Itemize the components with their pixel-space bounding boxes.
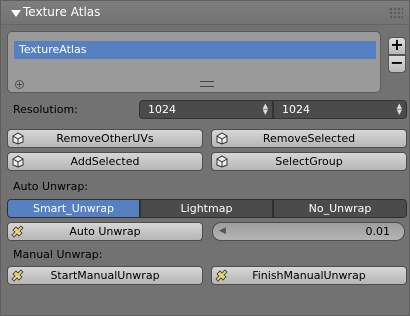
list-item[interactable]: TextureAtlas [14,41,376,59]
button-label: FinishManualUnwrap [252,269,366,282]
drag-grip-icon[interactable] [389,7,403,19]
list-filter-icon[interactable]: + [15,80,24,89]
atlas-list[interactable]: TextureAtlas + [7,31,381,93]
texture-atlas-panel: Texture Atlas TextureAtlas + + − Resolut… [0,0,410,316]
finish-manual-unwrap-button[interactable]: FinishManualUnwrap [211,266,407,285]
wrench-icon [11,225,24,238]
panel-header[interactable]: Texture Atlas [1,1,409,25]
wrench-icon [11,269,24,282]
decrement-arrow-icon[interactable]: ◀ [219,223,226,240]
resolution-width-field[interactable]: 1024 ▲ ▼ [139,100,273,119]
cube-icon [216,155,228,168]
button-label: RemoveOtherUVs [56,132,154,145]
mode-smart-unwrap[interactable]: Smart_Unwrap [7,199,140,218]
slider-value: 0.01 [365,225,391,238]
remove-selected-button[interactable]: RemoveSelected [211,129,407,148]
unwrap-margin-slider[interactable]: ◀ 0.01 [212,222,405,241]
select-group-button[interactable]: SelectGroup [211,152,407,171]
manual-unwrap-label: Manual Unwrap: [13,248,103,261]
resolution-height-value: 1024 [282,103,310,116]
updown-arrows-icon: ▲ ▼ [262,102,268,116]
button-label: StartManualUnwrap [50,269,160,282]
add-selected-button[interactable]: AddSelected [7,152,203,171]
remove-atlas-button[interactable]: − [388,55,406,73]
button-label: RemoveSelected [262,132,356,145]
mode-lightmap[interactable]: Lightmap [140,199,273,218]
collapse-triangle-icon[interactable] [11,10,21,17]
button-label: AddSelected [70,155,140,168]
wrench-icon [215,269,228,282]
list-resize-handle[interactable] [200,81,214,87]
resolution-height-field[interactable]: 1024 ▲ ▼ [273,100,407,119]
cube-icon [216,132,228,145]
mode-no-unwrap[interactable]: No_Unwrap [273,199,407,218]
resolution-label: Resolutiom: [13,103,78,116]
cube-icon [12,155,24,168]
auto-unwrap-button[interactable]: Auto Unwrap [7,222,203,241]
remove-other-uvs-button[interactable]: RemoveOtherUVs [7,129,203,148]
updown-arrows-icon: ▲ ▼ [396,102,402,116]
button-label: SelectGroup [275,155,343,168]
panel-title: Texture Atlas [23,5,101,19]
cube-icon [12,132,24,145]
auto-unwrap-label: Auto Unwrap: [13,180,89,193]
button-label: Auto Unwrap [69,225,141,238]
start-manual-unwrap-button[interactable]: StartManualUnwrap [7,266,203,285]
resolution-width-value: 1024 [148,103,176,116]
